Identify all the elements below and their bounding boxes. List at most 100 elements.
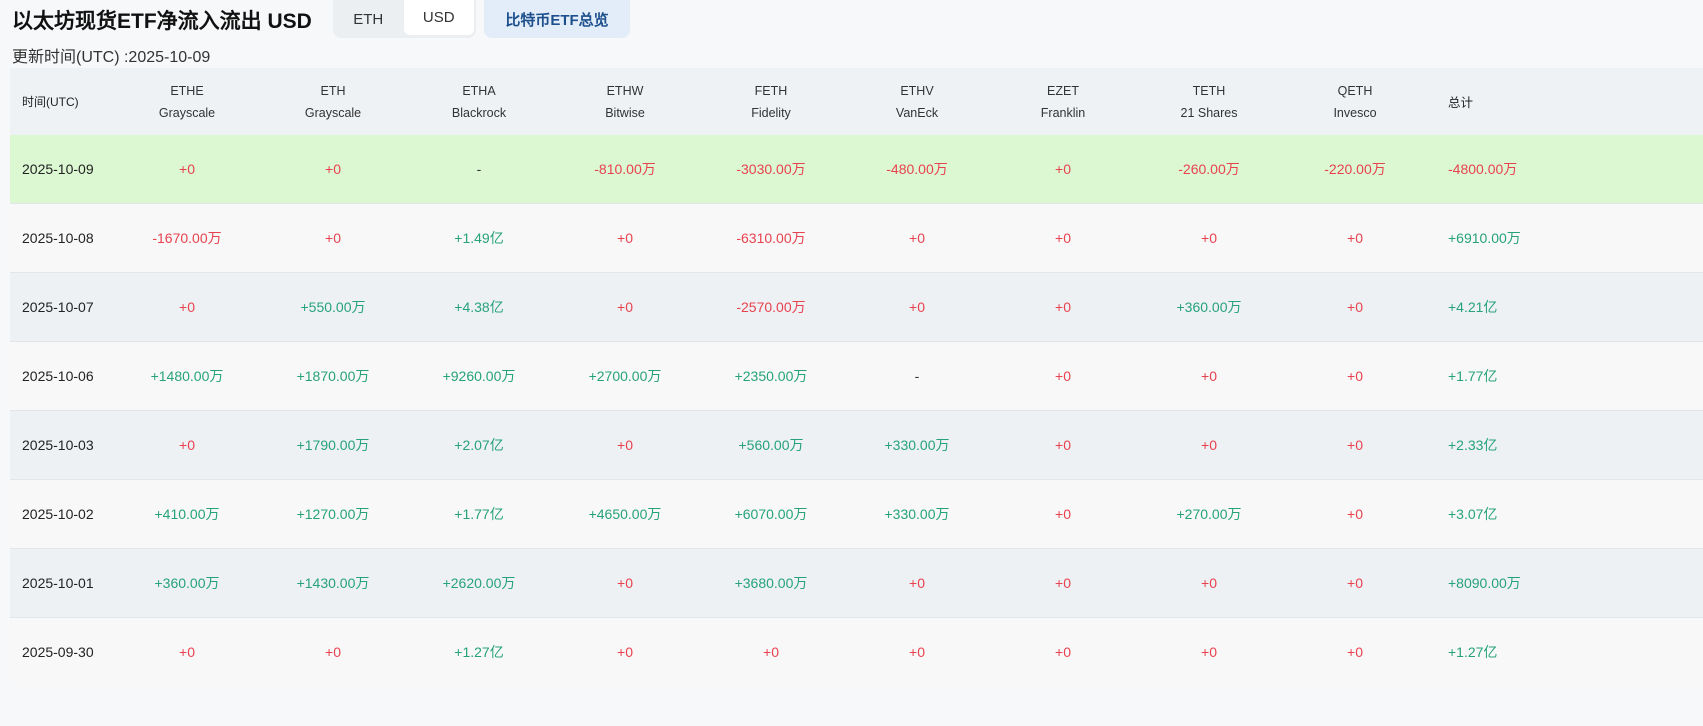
- flow-cell: +0: [1055, 299, 1071, 315]
- table-row: 2025-10-07 +0 +550.00万 +4.38亿 +0 -2570.00万 +0 +…: [10, 272, 1703, 341]
- flow-cell: -3030.00万: [736, 161, 806, 177]
- header-etha: ETHA Blackrock: [406, 80, 552, 124]
- total-cell: +8090.00万: [1448, 575, 1521, 591]
- flow-cell: +1430.00万: [296, 575, 370, 591]
- table-row: 2025-10-02 +410.00万 +1270.00万 +1.77亿 +4650.0…: [10, 479, 1703, 548]
- header-total: 总计: [1448, 96, 1474, 110]
- column-ticker: ETH: [320, 83, 346, 98]
- flow-cell: +0: [1055, 575, 1071, 591]
- flow-cell: +0: [1347, 575, 1363, 591]
- flow-cell: +0: [179, 299, 195, 315]
- flow-cell: +0: [1201, 368, 1217, 384]
- header-eth: ETH Grayscale: [260, 80, 406, 124]
- column-issuer: Fidelity: [751, 105, 791, 120]
- flow-cell: -220.00万: [1324, 161, 1386, 177]
- flow-cell: +550.00万: [300, 299, 366, 315]
- flow-cell: +0: [909, 299, 925, 315]
- header-feth: FETH Fidelity: [698, 80, 844, 124]
- total-cell: +3.07亿: [1448, 506, 1498, 522]
- column-issuer: Grayscale: [158, 105, 216, 120]
- flow-cell: +0: [1055, 644, 1071, 660]
- table-row: 2025-09-30 +0 +0 +1.27亿 +0 +0 +0 +0 +0 +0 +1.27亿: [10, 617, 1703, 686]
- row-date: 2025-10-07: [22, 299, 94, 315]
- column-ticker: FETH: [754, 83, 788, 98]
- flow-cell: +0: [617, 644, 633, 660]
- column-ticker: ETHE: [170, 83, 204, 98]
- flow-cell: +410.00万: [154, 506, 220, 522]
- total-cell: +1.77亿: [1448, 368, 1498, 384]
- flow-cell: +0: [1347, 299, 1363, 315]
- table-row: 2025-10-01 +360.00万 +1430.00万 +2620.00万 +0 +3…: [10, 548, 1703, 617]
- flow-cell: +0: [763, 644, 779, 660]
- header-date: 时间(UTC): [22, 95, 79, 109]
- flow-cell: +330.00万: [884, 437, 950, 453]
- flow-cell: +0: [179, 161, 195, 177]
- flow-cell: +0: [325, 230, 341, 246]
- flow-cell: +0: [1347, 506, 1363, 522]
- flow-cell: +0: [1201, 575, 1217, 591]
- table-row: 2025-10-06 +1480.00万 +1870.00万 +9260.00万 +27…: [10, 341, 1703, 410]
- total-cell: -4800.00万: [1448, 161, 1518, 177]
- header-qeth: QETH Invesco: [1282, 80, 1428, 124]
- flow-cell: +0: [325, 161, 341, 177]
- flow-cell: +0: [617, 437, 633, 453]
- flow-cell: +0: [1055, 506, 1071, 522]
- flow-cell: -1670.00万: [152, 230, 222, 246]
- row-date: 2025-09-30: [22, 644, 94, 660]
- total-cell: +2.33亿: [1448, 437, 1498, 453]
- etf-flow-table: 时间(UTC) ETHE Grayscale ETH Grayscale ETHA Bla…: [10, 68, 1703, 686]
- flow-cell: +0: [909, 575, 925, 591]
- flow-cell: +0: [617, 575, 633, 591]
- column-issuer: Invesco: [1333, 105, 1377, 120]
- header-ezet: EZET Franklin: [990, 80, 1136, 124]
- column-ticker: ETHA: [462, 83, 496, 98]
- header-ethv: ETHV VanEck: [844, 80, 990, 124]
- column-ticker: TETH: [1192, 83, 1226, 98]
- flow-cell: +360.00万: [154, 575, 220, 591]
- flow-cell: +0: [1201, 437, 1217, 453]
- toggle-eth[interactable]: ETH: [333, 0, 404, 38]
- flow-cell: +1480.00万: [150, 368, 224, 384]
- flow-cell: -: [476, 161, 482, 177]
- flow-cell: +0: [617, 299, 633, 315]
- total-cell: +6910.00万: [1448, 230, 1521, 246]
- flow-cell: +0: [1055, 437, 1071, 453]
- table-row: 2025-10-03 +0 +1790.00万 +2.07亿 +0 +560.00万 +33…: [10, 410, 1703, 479]
- flow-cell: +0: [179, 644, 195, 660]
- flow-cell: +330.00万: [884, 506, 950, 522]
- flow-cell: +0: [1201, 230, 1217, 246]
- unit-toggle: ETH USD: [333, 0, 476, 38]
- flow-cell: +4.38亿: [454, 299, 504, 315]
- flow-cell: +1790.00万: [296, 437, 370, 453]
- page-title: 以太坊现货ETF净流入流出 USD: [12, 10, 312, 33]
- flow-cell: -: [914, 368, 920, 384]
- column-issuer: 21 Shares: [1180, 105, 1238, 120]
- column-issuer: VanEck: [895, 105, 939, 120]
- column-issuer: Blackrock: [451, 105, 507, 120]
- total-cell: +4.21亿: [1448, 299, 1498, 315]
- flow-cell: +2700.00万: [588, 368, 662, 384]
- row-date: 2025-10-01: [22, 575, 94, 591]
- flow-cell: +0: [617, 230, 633, 246]
- flow-cell: +1.49亿: [454, 230, 504, 246]
- flow-cell: +1.27亿: [454, 644, 504, 660]
- flow-cell: +0: [1055, 161, 1071, 177]
- flow-cell: +560.00万: [738, 437, 804, 453]
- flow-cell: +2620.00万: [442, 575, 516, 591]
- row-date: 2025-10-02: [22, 506, 94, 522]
- flow-cell: +0: [1347, 230, 1363, 246]
- row-date: 2025-10-03: [22, 437, 94, 453]
- flow-cell: +0: [1055, 230, 1071, 246]
- table-row: 2025-10-08 -1670.00万 +0 +1.49亿 +0 -6310.00万 +0…: [10, 203, 1703, 272]
- flow-cell: +270.00万: [1176, 506, 1242, 522]
- btc-etf-overview-button[interactable]: 比特币ETF总览: [484, 0, 630, 38]
- column-ticker: ETHV: [900, 83, 934, 98]
- flow-cell: +9260.00万: [442, 368, 516, 384]
- toggle-usd[interactable]: USD: [403, 0, 474, 35]
- flow-cell: +6070.00万: [734, 506, 808, 522]
- flow-cell: +0: [909, 230, 925, 246]
- flow-cell: +0: [179, 437, 195, 453]
- flow-cell: +2350.00万: [734, 368, 808, 384]
- total-cell: +1.27亿: [1448, 644, 1498, 660]
- flow-cell: -2570.00万: [736, 299, 806, 315]
